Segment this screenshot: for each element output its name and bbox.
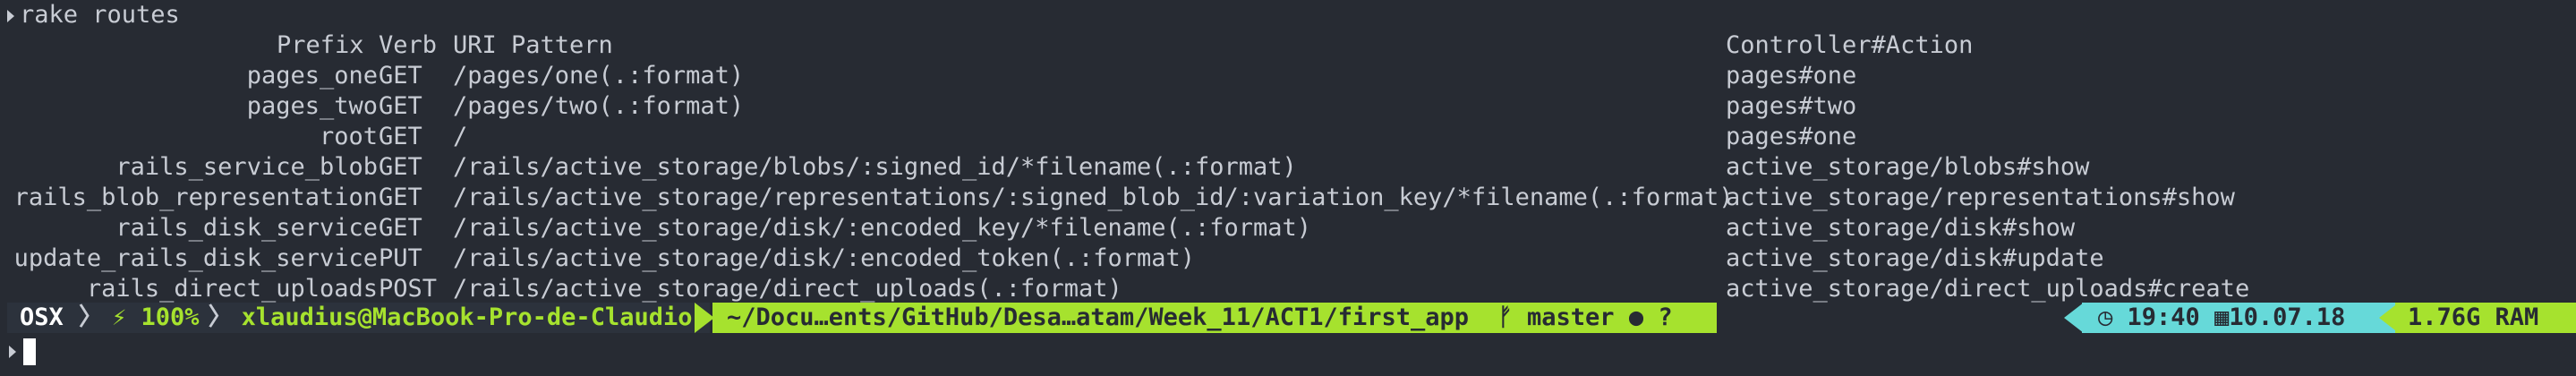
route-action: pages#one (1726, 123, 1857, 150)
route-uri: /rails/active_storage/blobs/:signed_id/*… (453, 153, 1297, 181)
prompt-arrow-icon (9, 346, 16, 358)
datetime-segment: ◷ 19:40 ▦10.07.18 (2082, 303, 2415, 333)
route-prefix: rails_disk_service (115, 214, 378, 242)
powerline-separator-icon (2064, 303, 2084, 333)
chevron-right-icon: 〉 (208, 303, 233, 331)
route-action: pages#one (1726, 62, 1857, 90)
command-text: rake routes (20, 1, 180, 29)
route-action: pages#two (1726, 92, 1857, 120)
route-prefix: pages_one (246, 62, 378, 90)
route-action: active_storage/direct_uploads#create (1726, 275, 2250, 303)
plug-icon: ⚡ (112, 303, 127, 331)
powerline-separator-icon (1686, 303, 1706, 333)
path-segment: ~/Docu…ents/GitHub/Desa…atam/Week_11/ACT… (712, 303, 1717, 333)
header-prefix: Prefix (277, 31, 364, 59)
route-prefix: pages_two (246, 92, 378, 120)
route-verb: GET (379, 62, 422, 90)
route-action: active_storage/disk#show (1726, 214, 2076, 242)
route-action: active_storage/blobs#show (1726, 153, 2090, 181)
time: 19:40 (2127, 303, 2200, 331)
route-uri: /rails/active_storage/direct_uploads(.:f… (453, 275, 1122, 303)
route-verb: GET (379, 184, 422, 211)
route-prefix: root (319, 123, 378, 150)
system-segment: 〉 ⚡ 100% 〉 xlaudius@MacBook-Pro-de-Claudio (70, 303, 710, 333)
status-bar: OSX 〉 ⚡ 100% 〉 xlaudius@MacBook-Pro-de-Clau… (0, 303, 2576, 333)
ram-usage: 1.76G RAM (2408, 303, 2539, 331)
header-action: Controller#Action (1726, 31, 1974, 59)
prompt-arrow-icon (7, 9, 14, 22)
chevron-right-icon: 〉 (79, 303, 103, 331)
user-host: xlaudius@MacBook-Pro-de-Claudio (241, 303, 693, 331)
route-verb: PUT (379, 244, 422, 272)
terminal-window: rake routes Prefix Verb URI Pattern Cont… (0, 0, 2576, 376)
current-path: ~/Docu…ents/GitHub/Desa…atam/Week_11/ACT… (727, 303, 1470, 331)
battery-level: 100% (141, 303, 200, 331)
route-action: active_storage/representations#show (1726, 184, 2235, 211)
route-verb: POST (379, 275, 438, 303)
powerline-separator-icon (695, 303, 714, 333)
git-branch-icon: ᚠ (1497, 303, 1513, 331)
route-uri: /pages/two(.:format) (453, 92, 745, 120)
route-verb: GET (379, 214, 422, 242)
route-prefix: rails_direct_uploads (86, 275, 378, 303)
route-prefix: update_rails_disk_service (13, 244, 378, 272)
route-verb: GET (379, 123, 422, 150)
calendar-icon: ▦ (2214, 303, 2230, 331)
route-uri: /rails/active_storage/disk/:encoded_toke… (453, 244, 1196, 272)
text-cursor[interactable] (23, 338, 36, 365)
header-verb: Verb (379, 31, 438, 59)
route-prefix: rails_service_blob (115, 153, 378, 181)
git-status: ● ? (1628, 303, 1673, 331)
route-uri: /rails/active_storage/disk/:encoded_key/… (453, 214, 1312, 242)
date: 10.07.18 (2229, 303, 2346, 331)
route-uri: /rails/active_storage/representations/:s… (453, 184, 1734, 211)
route-uri: /pages/one(.:format) (453, 62, 745, 90)
route-action: active_storage/disk#update (1726, 244, 2104, 272)
header-uri: URI Pattern (453, 31, 613, 59)
os-label: OSX (20, 303, 64, 331)
route-verb: GET (379, 92, 422, 120)
clock-icon: ◷ (2098, 303, 2113, 331)
git-branch: master (1527, 303, 1615, 331)
route-verb: GET (379, 153, 422, 181)
route-prefix: rails_blob_representation (13, 184, 378, 211)
route-uri: / (453, 123, 468, 150)
command-line: rake routes (7, 0, 180, 30)
ram-segment: 1.76G RAM (2395, 303, 2576, 333)
